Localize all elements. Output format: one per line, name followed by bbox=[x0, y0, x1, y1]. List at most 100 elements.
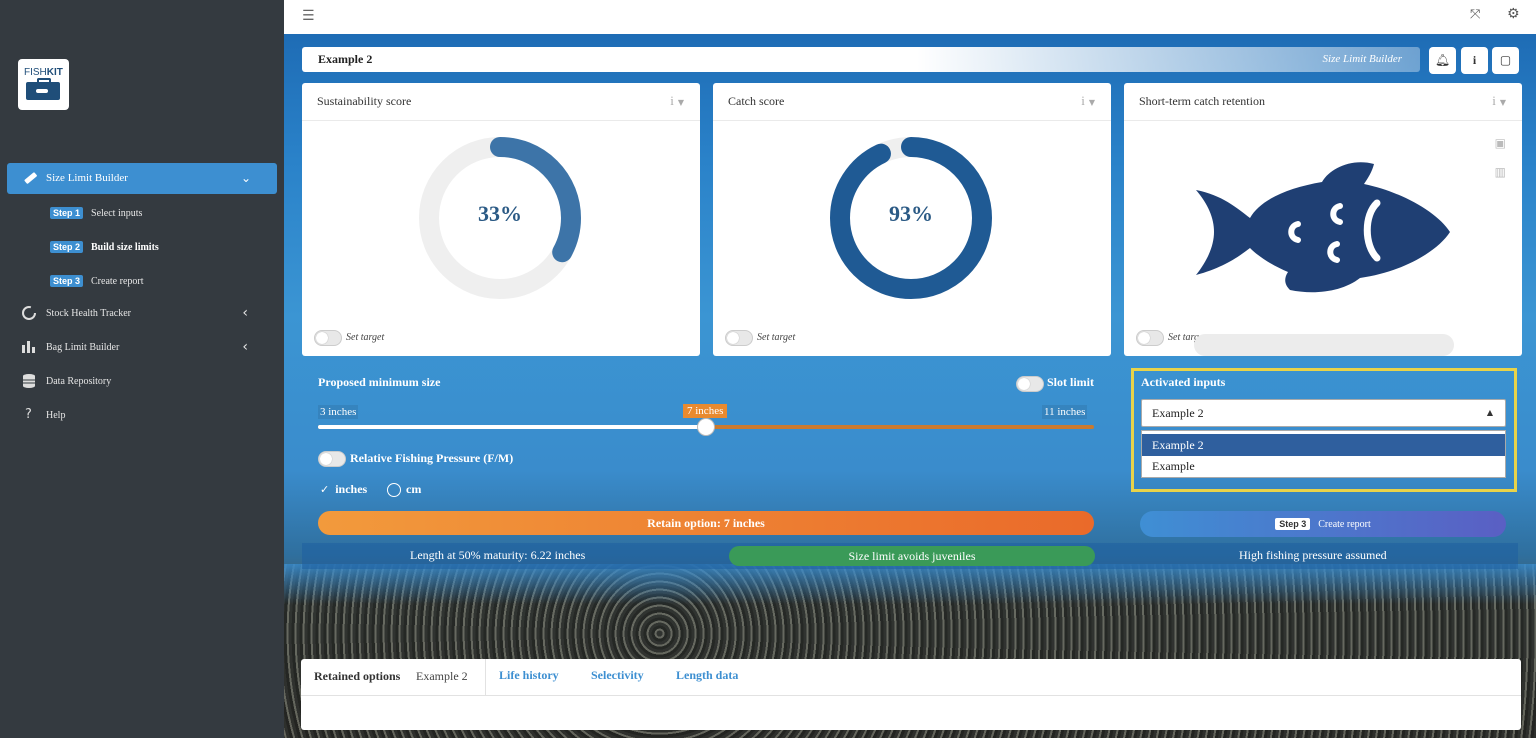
info-button[interactable]: i bbox=[1461, 47, 1488, 74]
slot-limit-toggle[interactable] bbox=[1016, 376, 1044, 392]
card-info-dropdown[interactable]: i ▼ bbox=[1492, 93, 1506, 109]
bar-chart-icon bbox=[22, 341, 35, 353]
sidebar-step-3[interactable]: Step 3 Create report bbox=[50, 275, 144, 289]
activated-inputs-title: Activated inputs bbox=[1141, 375, 1226, 389]
sustainability-score-card: Sustainability score i ▼ 33% Set target bbox=[302, 83, 700, 356]
top-bar: ☰ ⤧ ⚙ bbox=[284, 0, 1536, 34]
option-example-2[interactable]: Example 2 bbox=[1142, 434, 1505, 456]
caret-down-icon: ▼ bbox=[1088, 97, 1095, 107]
set-target-toggle[interactable] bbox=[725, 330, 753, 346]
juveniles-status-badge: Size limit avoids juveniles bbox=[729, 546, 1095, 566]
step-badge: Step 2 bbox=[50, 241, 84, 253]
sidebar-item-data-repository[interactable]: Data Repository bbox=[21, 373, 261, 391]
fishing-pressure-label: Relative Fishing Pressure (F/M) bbox=[350, 451, 514, 465]
create-report-label: Create report bbox=[1318, 519, 1371, 530]
slider-min-label: 3 inches bbox=[318, 405, 359, 419]
retain-option-button[interactable]: Retain option: 7 inches bbox=[318, 511, 1094, 535]
fishkit-logo[interactable]: FISHKIT bbox=[18, 59, 69, 110]
fullscreen-icon[interactable]: ⤧ bbox=[1470, 7, 1480, 22]
sidebar-item-label: Data Repository bbox=[46, 376, 112, 387]
page-subtitle: Size Limit Builder bbox=[1322, 53, 1402, 65]
page-header: Example 2 Size Limit Builder bbox=[302, 47, 1420, 72]
sidebar-item-bag-limit-builder[interactable]: Bag Limit Builder ‹ bbox=[21, 339, 261, 357]
circle-notch-icon bbox=[22, 306, 36, 320]
sidebar-step-2[interactable]: Step 2 Build size limits bbox=[50, 241, 159, 255]
step-label: Build size limits bbox=[91, 242, 159, 253]
size-slider-fill bbox=[318, 425, 706, 429]
pressure-info: High fishing pressure assumed bbox=[1239, 548, 1387, 562]
sidebar: FISHKIT Size Limit Builder ⌄ Step 1 Selec… bbox=[0, 0, 284, 738]
hamburger-menu-icon[interactable]: ☰ bbox=[302, 8, 315, 24]
option-example[interactable]: Example bbox=[1142, 455, 1505, 477]
card-title: Short-term catch retention bbox=[1139, 94, 1265, 108]
retained-options-value: Example 2 bbox=[416, 669, 468, 683]
sidebar-item-label: Bag Limit Builder bbox=[46, 342, 120, 353]
card-info-dropdown[interactable]: i ▼ bbox=[670, 93, 684, 109]
unit-cm-label: cm bbox=[406, 482, 422, 496]
sidebar-item-label: Size Limit Builder bbox=[46, 172, 128, 184]
catch-value: 93% bbox=[889, 201, 933, 226]
database-icon bbox=[23, 374, 35, 388]
divider bbox=[713, 120, 1111, 121]
sustainability-value: 33% bbox=[478, 201, 522, 226]
sidebar-item-label: Stock Health Tracker bbox=[46, 308, 131, 319]
tab-life-history[interactable]: Life history bbox=[499, 668, 559, 683]
sidebar-item-stock-health-tracker[interactable]: Stock Health Tracker ‹ bbox=[21, 305, 261, 323]
retention-bar-placeholder bbox=[1194, 334, 1454, 356]
chevron-left-icon: ‹ bbox=[242, 305, 248, 321]
gear-icon[interactable]: ⚙ bbox=[1507, 6, 1520, 22]
step-badge: Step 3 bbox=[50, 275, 84, 287]
maturity-info: Length at 50% maturity: 6.22 inches bbox=[410, 548, 586, 562]
size-limit-controls: Proposed minimum size Slot limit 3 inche… bbox=[302, 368, 1518, 570]
chevron-down-icon: ⌄ bbox=[240, 171, 251, 185]
bar-chart-icon[interactable]: ▥ bbox=[1495, 165, 1506, 179]
sidebar-item-label: Help bbox=[46, 410, 66, 421]
card-info-dropdown[interactable]: i ▼ bbox=[1081, 93, 1095, 109]
card-title: Sustainability score bbox=[317, 94, 412, 108]
notes-button[interactable]: ▢ bbox=[1492, 47, 1519, 74]
tab-selectivity[interactable]: Selectivity bbox=[591, 668, 644, 683]
size-slider-handle[interactable] bbox=[697, 418, 715, 436]
notification-button[interactable]: 🔔︎ bbox=[1429, 47, 1456, 74]
radio-circle-icon bbox=[387, 483, 401, 498]
step-badge: Step 3 bbox=[1275, 518, 1311, 530]
tab-row: Retained options Example 2 Life history … bbox=[301, 659, 1521, 696]
unit-inches-option[interactable]: ✓ inches bbox=[320, 482, 367, 497]
select-value: Example 2 bbox=[1152, 406, 1204, 420]
question-icon: ? bbox=[25, 407, 32, 422]
step-label: Select inputs bbox=[91, 208, 143, 219]
unit-cm-option[interactable]: cm bbox=[387, 482, 422, 498]
fish-icon bbox=[1196, 162, 1450, 293]
bottom-tabs-panel: Retained options Example 2 Life history … bbox=[301, 659, 1521, 730]
page-title: Example 2 bbox=[318, 52, 373, 66]
slider-max-label: 11 inches bbox=[1042, 405, 1088, 419]
caret-up-icon: ▲ bbox=[1486, 408, 1493, 417]
check-icon: ✓ bbox=[320, 483, 330, 496]
divider bbox=[302, 120, 700, 121]
tab-divider bbox=[485, 659, 486, 696]
sidebar-item-size-limit-builder[interactable]: Size Limit Builder ⌄ bbox=[7, 163, 277, 194]
slot-limit-label: Slot limit bbox=[1047, 375, 1094, 389]
sticky-note-icon: ▢ bbox=[1499, 53, 1512, 67]
catch-retention-card: Short-term catch retention i ▼ ▣ ▥ Set ta… bbox=[1124, 83, 1522, 356]
catch-score-card: Catch score i ▼ 93% Set target bbox=[713, 83, 1111, 356]
activated-inputs-select[interactable]: Example 2 ▲ bbox=[1141, 399, 1506, 427]
image-icon[interactable]: ▣ bbox=[1495, 136, 1506, 150]
create-report-button[interactable]: Step 3 Create report bbox=[1140, 511, 1506, 537]
slider-value-label: 7 inches bbox=[683, 404, 728, 418]
sidebar-item-help[interactable]: ? Help bbox=[21, 407, 261, 425]
tab-length-data[interactable]: Length data bbox=[676, 668, 738, 683]
ruler-icon bbox=[24, 172, 37, 184]
tackle-box-icon bbox=[26, 78, 60, 100]
reef-fade bbox=[284, 564, 1536, 604]
unit-inches-label: inches bbox=[335, 482, 368, 496]
logo-text: FISHKIT bbox=[24, 67, 63, 78]
set-target-toggle[interactable] bbox=[1136, 330, 1164, 346]
set-target-label: Set target bbox=[346, 332, 385, 343]
caret-down-icon: ▼ bbox=[677, 97, 684, 107]
sidebar-step-1[interactable]: Step 1 Select inputs bbox=[50, 207, 142, 221]
fishing-pressure-toggle[interactable] bbox=[318, 451, 346, 467]
tab-retained-options[interactable]: Retained options bbox=[314, 669, 400, 684]
info-strip: Length at 50% maturity: 6.22 inches Size… bbox=[302, 543, 1518, 569]
set-target-toggle[interactable] bbox=[314, 330, 342, 346]
